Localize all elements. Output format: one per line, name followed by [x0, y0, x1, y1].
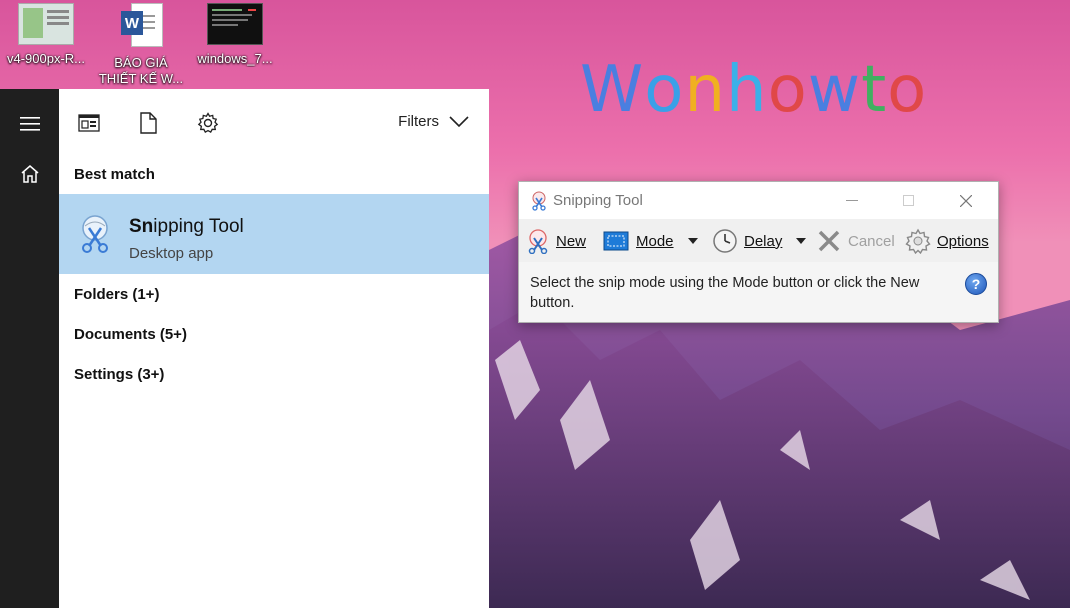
- maximize-icon: [902, 195, 914, 206]
- options-gear-icon: [905, 228, 931, 254]
- best-match-header: Best match: [74, 166, 155, 183]
- desktop-icon-screenshot[interactable]: v4-900px-R...: [0, 0, 92, 67]
- minimize-button[interactable]: [829, 182, 875, 219]
- settings-gear-icon[interactable]: [196, 111, 220, 135]
- close-button[interactable]: [943, 182, 989, 219]
- snipping-tool-window: Snipping Tool New Mode Delay Cancel Opti…: [518, 181, 999, 323]
- title-bar[interactable]: Snipping Tool: [519, 182, 998, 219]
- mode-dropdown-arrow-icon[interactable]: [687, 238, 698, 244]
- best-match-snipping-tool[interactable]: Snipping Tool Desktop app: [59, 194, 489, 274]
- start-menu-rail: [0, 89, 59, 608]
- mode-rectangle-icon: [603, 231, 629, 251]
- options-button[interactable]: Options: [905, 226, 989, 256]
- new-snip-icon: [528, 229, 548, 254]
- delay-button[interactable]: Delay: [712, 226, 807, 256]
- watermark-letter: o: [767, 53, 808, 127]
- snipping-tool-icon: [529, 191, 549, 216]
- search-results-panel: Filters Best match Snipping Tool Desktop…: [59, 89, 489, 608]
- category-documents[interactable]: Documents (5+): [74, 326, 187, 343]
- close-icon: [960, 194, 972, 207]
- watermark-letter: t: [861, 53, 888, 127]
- cancel-x-icon: [818, 230, 840, 252]
- watermark-letter: W: [580, 53, 645, 127]
- options-label: Options: [937, 232, 989, 250]
- delay-dropdown-arrow-icon[interactable]: [796, 238, 807, 244]
- app-screenshot-icon: [18, 3, 74, 45]
- category-settings[interactable]: Settings (3+): [74, 366, 164, 383]
- snipping-tool-icon: [75, 214, 115, 254]
- cancel-label: Cancel: [848, 232, 895, 250]
- best-match-title: Snipping Tool: [129, 216, 244, 237]
- new-button[interactable]: New: [524, 226, 586, 256]
- help-icon[interactable]: ?: [965, 273, 987, 295]
- delay-label: Delay: [744, 232, 783, 250]
- best-match-subtitle: Desktop app: [129, 245, 214, 262]
- watermark-letter: o: [887, 53, 928, 127]
- word-document-icon: W: [119, 3, 163, 47]
- watermark-letter: w: [807, 53, 862, 127]
- desktop-icon-label: windows_7...: [197, 51, 273, 66]
- wonhowto-watermark: Wonhowto: [580, 50, 927, 130]
- documents-icon[interactable]: [136, 111, 160, 135]
- desktop-icon-label: v4-900px-R...: [6, 51, 86, 66]
- terminal-screenshot-icon: [207, 3, 263, 45]
- clock-icon: [713, 229, 737, 253]
- mode-button[interactable]: Mode: [603, 226, 698, 256]
- desktop-icon-terminal[interactable]: windows_7...: [189, 0, 281, 67]
- instruction-message: Select the snip mode using the Mode butt…: [530, 275, 920, 311]
- filters-label: Filters: [398, 113, 439, 130]
- window-title: Snipping Tool: [553, 192, 643, 209]
- filters-dropdown[interactable]: Filters: [398, 113, 469, 130]
- home-icon[interactable]: [0, 149, 59, 199]
- minimize-icon: [846, 199, 858, 201]
- snip-toolbar: New Mode Delay Cancel Options: [519, 219, 998, 262]
- apps-icon[interactable]: [77, 111, 101, 135]
- new-label: New: [556, 232, 587, 250]
- chevron-down-icon: [449, 115, 469, 127]
- watermark-letter: h: [726, 53, 768, 127]
- search-toolbar: Filters: [59, 89, 489, 157]
- category-folders[interactable]: Folders (1+): [74, 286, 159, 303]
- cancel-button[interactable]: Cancel: [817, 226, 895, 256]
- hamburger-menu-icon[interactable]: [0, 99, 59, 149]
- mode-label: Mode: [636, 232, 674, 250]
- maximize-button[interactable]: [885, 182, 931, 219]
- watermark-letter: o: [644, 53, 685, 127]
- watermark-letter: n: [684, 53, 726, 127]
- desktop-icon-word-doc[interactable]: W BÁO GIÁ THIẾT KẾ W...: [95, 0, 187, 87]
- desktop-icon-label: BÁO GIÁ THIẾT KẾ W...: [98, 55, 184, 86]
